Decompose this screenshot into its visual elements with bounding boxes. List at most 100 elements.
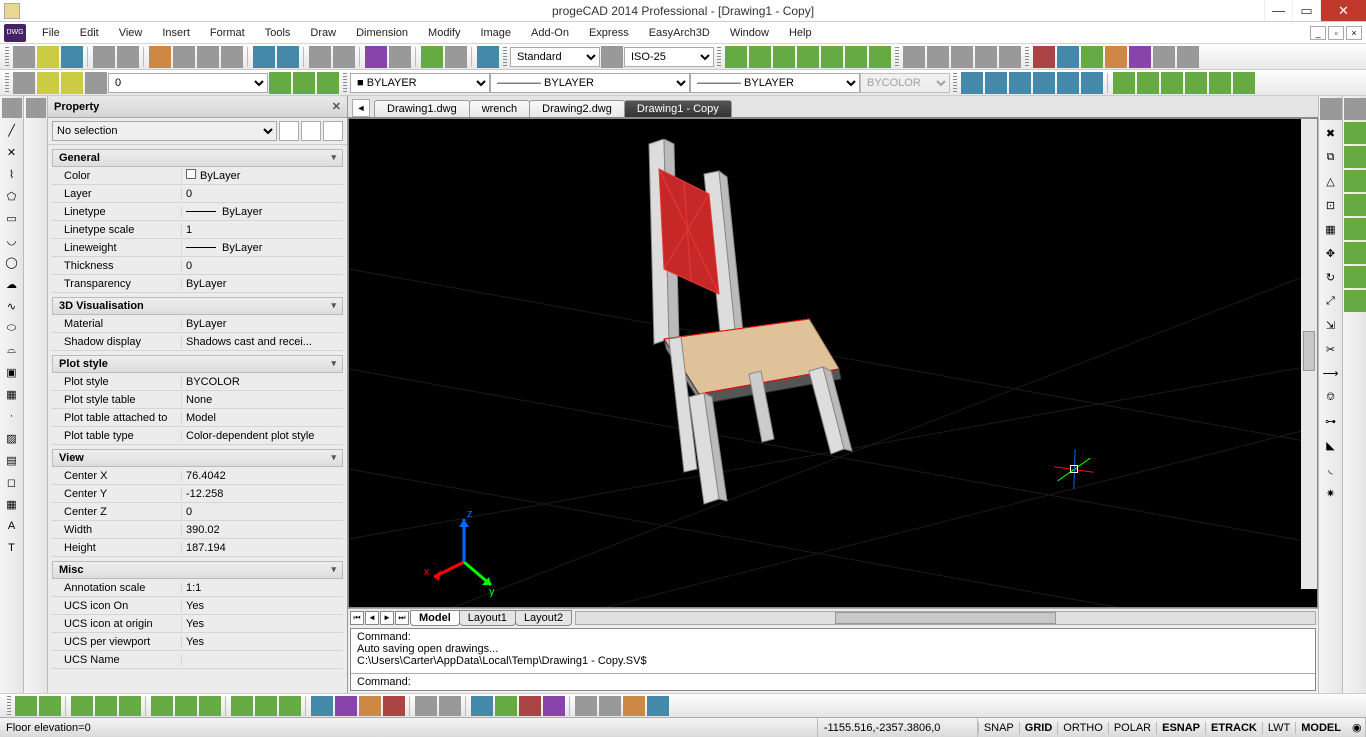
prop-row[interactable]: Center Y-12.258 (52, 485, 343, 503)
bt-pdf[interactable] (623, 696, 645, 716)
erase-button[interactable]: ✖ (1320, 122, 1342, 144)
menu-modify[interactable]: Modify (418, 27, 470, 39)
prop-value[interactable]: -12.258 (182, 488, 343, 500)
bt-18[interactable] (471, 696, 493, 716)
fillet-button[interactable]: ◟ (1320, 458, 1342, 480)
status-toggle-etrack[interactable]: ETRACK (1205, 722, 1262, 734)
osnap-2-button[interactable] (749, 46, 771, 68)
line-button[interactable]: ╱ (2, 120, 22, 140)
explode-button[interactable]: ✷ (1320, 482, 1342, 504)
prop-group-3d-visualisation[interactable]: 3D Visualisation (52, 297, 343, 315)
spline-button[interactable]: ∿ (2, 296, 22, 316)
prop-row[interactable]: Layer0 (52, 185, 343, 203)
command-input[interactable] (411, 676, 1309, 688)
doctab-drawing1---copy[interactable]: Drawing1 - Copy (624, 100, 732, 117)
property-panel-header[interactable]: Property ✕ (48, 96, 347, 118)
layer-iso-button[interactable] (317, 72, 339, 94)
mdi-close-button[interactable]: × (1346, 26, 1362, 40)
text-button[interactable]: T (2, 538, 22, 558)
modify-8-button[interactable] (1344, 290, 1366, 312)
prop-row[interactable]: Center Z0 (52, 503, 343, 521)
bt-17[interactable] (439, 696, 461, 716)
prop-row[interactable]: LinetypeByLayer (52, 203, 343, 221)
grip-icon[interactable] (5, 47, 9, 67)
open-button[interactable] (37, 46, 59, 68)
arc-button[interactable]: ◡ (2, 230, 22, 250)
prop-row[interactable]: UCS Name (52, 651, 343, 669)
addon-7-button[interactable] (1177, 46, 1199, 68)
osnap-4-button[interactable] (797, 46, 819, 68)
copy-obj-button[interactable]: ⧉ (1320, 146, 1342, 168)
prop-row[interactable]: TransparencyByLayer (52, 275, 343, 293)
insert-block-button[interactable]: ▣ (2, 362, 22, 382)
layout-prev-button[interactable]: ◄ (365, 611, 379, 625)
mirror-button[interactable]: △ (1320, 170, 1342, 192)
layer-manager-button[interactable] (13, 72, 35, 94)
prop-row[interactable]: MaterialByLayer (52, 315, 343, 333)
grip-icon[interactable] (895, 47, 899, 67)
gradient-button[interactable]: ▤ (2, 450, 22, 470)
join-button[interactable]: ⊶ (1320, 410, 1342, 432)
layout-first-button[interactable]: ⏮ (350, 611, 364, 625)
bt-20[interactable] (519, 696, 541, 716)
menu-express[interactable]: Express (579, 27, 639, 39)
ellipsearc-button[interactable]: ⌓ (2, 340, 22, 360)
addon-3-button[interactable] (1081, 46, 1103, 68)
prop-row[interactable]: UCS icon at originYes (52, 615, 343, 633)
command-history[interactable]: Command:Auto saving open drawings...C:\U… (351, 629, 1315, 673)
tabs-scroll-left-button[interactable]: ◄ (352, 99, 370, 117)
prop-value[interactable]: 0 (182, 260, 343, 272)
selectobjects-button[interactable] (323, 121, 343, 141)
color-select[interactable]: ■ BYLAYER (350, 73, 490, 93)
trim-button[interactable]: ✂ (1320, 338, 1342, 360)
bt-12[interactable] (311, 696, 333, 716)
revolve-button[interactable] (1137, 72, 1159, 94)
bt-1[interactable] (15, 696, 37, 716)
bt-7[interactable] (175, 696, 197, 716)
prop-row[interactable]: LineweightByLayer (52, 239, 343, 257)
osnap-3-button[interactable] (773, 46, 795, 68)
bt-22[interactable] (575, 696, 597, 716)
menu-file[interactable]: File (32, 27, 70, 39)
bt-10[interactable] (255, 696, 277, 716)
hatch-button[interactable]: ▨ (2, 428, 22, 448)
status-toggle-lwt[interactable]: LWT (1262, 722, 1295, 734)
doctab-wrench[interactable]: wrench (469, 100, 530, 117)
linetype-select[interactable]: ———— BYLAYER (490, 73, 690, 93)
prop-row[interactable]: Plot table attached toModel (52, 409, 343, 427)
bt-13[interactable] (335, 696, 357, 716)
prop-row[interactable]: UCS per viewportYes (52, 633, 343, 651)
grip-icon[interactable] (1344, 98, 1366, 120)
osnap-6-button[interactable] (845, 46, 867, 68)
modify-2-button[interactable] (1344, 146, 1366, 168)
menu-edit[interactable]: Edit (70, 27, 109, 39)
solid-cone-button[interactable] (1033, 72, 1055, 94)
rotate-button[interactable]: ↻ (1320, 266, 1342, 288)
prop-value[interactable]: 1 (182, 224, 343, 236)
bt-23[interactable] (599, 696, 621, 716)
view-right-button[interactable] (975, 46, 997, 68)
layer-state-button[interactable] (293, 72, 315, 94)
make-block-button[interactable]: ▦ (2, 384, 22, 404)
ellipse-button[interactable]: ⬭ (2, 318, 22, 338)
view-front-button[interactable] (927, 46, 949, 68)
extrude-button[interactable] (1113, 72, 1135, 94)
menu-draw[interactable]: Draw (300, 27, 346, 39)
minimize-button[interactable]: — (1264, 0, 1292, 21)
pan-button[interactable] (309, 46, 331, 68)
prop-row[interactable]: Width390.02 (52, 521, 343, 539)
revcloud-button[interactable]: ☁ (2, 274, 22, 294)
table-button[interactable]: ▦ (2, 494, 22, 514)
quickselect-button[interactable] (279, 121, 299, 141)
bt-21[interactable] (543, 696, 565, 716)
bt-19[interactable] (495, 696, 517, 716)
bt-16[interactable] (415, 696, 437, 716)
prop-value[interactable]: Shadows cast and recei... (182, 336, 343, 348)
prop-value[interactable]: Yes (182, 636, 343, 648)
menu-insert[interactable]: Insert (152, 27, 200, 39)
save-button[interactable] (61, 46, 83, 68)
polyline-button[interactable]: ⌇ (2, 164, 22, 184)
layer-freeze-icon[interactable] (61, 72, 83, 94)
bt-3[interactable] (71, 696, 93, 716)
modify-5-button[interactable] (1344, 218, 1366, 240)
